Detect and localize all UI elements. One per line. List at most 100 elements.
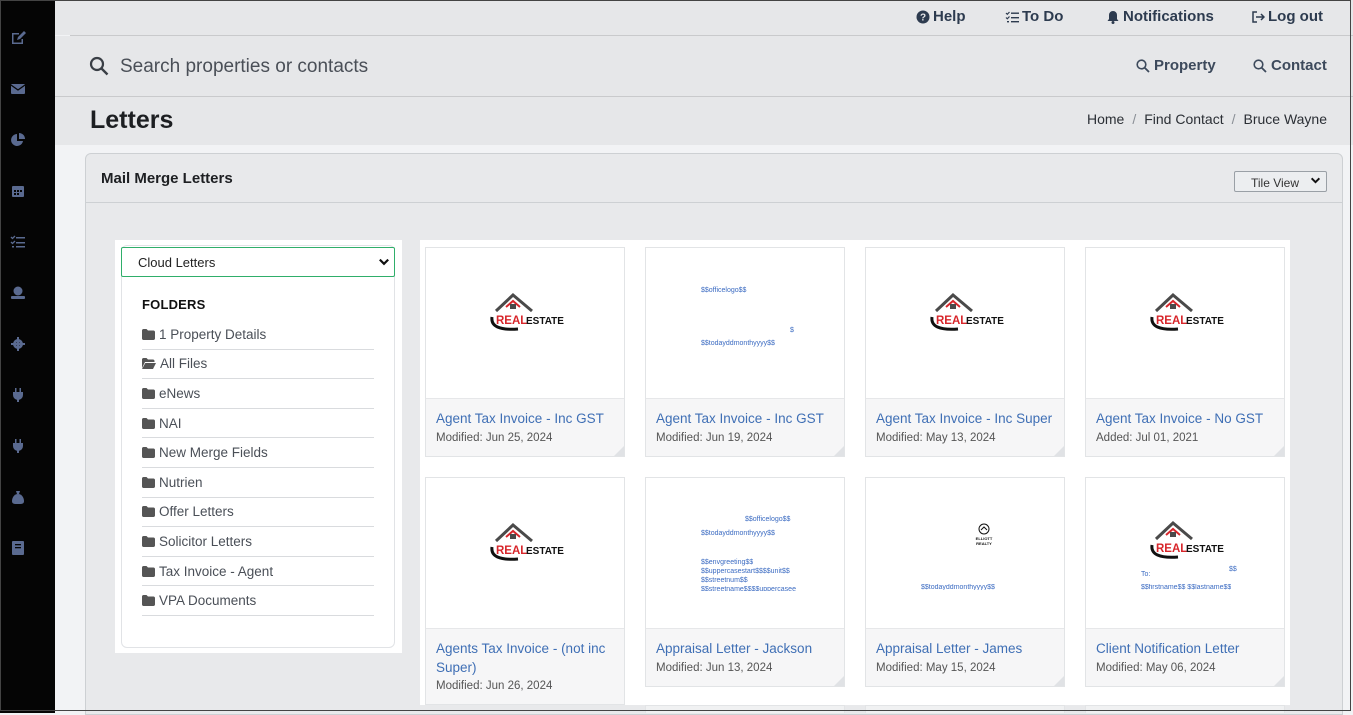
tile-title[interactable]: Appraisal Letter - James: [876, 639, 1058, 658]
breadcrumb-separator: /: [1132, 111, 1137, 127]
letter-tile[interactable]: $$officelogo$$ $ $$todayddmonthyyyy$$ Ag…: [645, 247, 845, 457]
property-search-button[interactable]: Property: [1136, 57, 1216, 74]
folder-item[interactable]: VPA Documents: [142, 586, 374, 616]
letter-thumbnail: $$officelogo$$ $$todayddmonthyyyy$$ $$en…: [646, 478, 844, 629]
folder-icon: [142, 535, 155, 547]
sign-out-icon: [1252, 10, 1265, 23]
letter-source-select[interactable]: Cloud Letters: [121, 247, 395, 277]
logo-text-red: REAL: [1156, 315, 1187, 327]
letter-tile[interactable]: REAL ESTATE Agents Tax Invoice - (not in…: [425, 477, 625, 705]
contact-search-button[interactable]: Contact: [1253, 57, 1327, 74]
letter-tile[interactable]: ELLIOTT REALTY $$todayddmonthyyyy$$ Appr…: [865, 477, 1065, 687]
letter-thumbnail: REAL ESTATE: [426, 248, 624, 399]
chevron-down-icon: [379, 258, 389, 266]
breadcrumb: Home / Find Contact / Bruce Wayne: [1087, 111, 1327, 127]
tile-title[interactable]: Agent Tax Invoice - Inc GST: [436, 409, 618, 428]
chevron-down-icon: [1310, 177, 1321, 184]
page-header: Letters Home / Find Contact / Bruce Wayn…: [55, 97, 1353, 145]
tile-title[interactable]: Appraisal Letter - Jackson: [656, 639, 838, 658]
folder-item-open[interactable]: All Files: [142, 350, 374, 380]
breadcrumb-find-contact[interactable]: Find Contact: [1144, 111, 1223, 127]
logout-link[interactable]: Log out: [1251, 8, 1323, 25]
folder-icon: [142, 506, 155, 518]
letter-thumbnail: REAL ESTATE $$ To: $$firstname$$ $$lastn…: [1086, 478, 1284, 629]
real-estate-logo: REAL ESTATE: [1150, 520, 1224, 559]
help-label: Help: [933, 8, 966, 25]
calendar-icon[interactable]: [10, 183, 26, 199]
money-hand-icon[interactable]: [10, 285, 26, 301]
tile-title[interactable]: Agent Tax Invoice - No GST: [1096, 409, 1278, 428]
logo-text-black: ESTATE: [1186, 544, 1224, 555]
merge-field: $$: [1229, 566, 1237, 573]
plug-icon-2[interactable]: [10, 438, 26, 454]
letter-tile[interactable]: REAL ESTATE $$ To: $$firstname$$ $$lastn…: [1085, 477, 1285, 687]
folder-label: NAI: [159, 415, 182, 431]
money-bag-icon[interactable]: [10, 489, 26, 505]
todo-link[interactable]: To Do: [1005, 8, 1063, 25]
folder-label: Offer Letters: [159, 504, 234, 520]
letter-thumbnail: ELLIOTT REALTY $$todayddmonthyyyy$$: [866, 478, 1064, 629]
logo-text-red: REAL: [496, 545, 527, 557]
folder-icon: [142, 595, 155, 607]
folder-item[interactable]: Offer Letters: [142, 498, 374, 528]
edit-icon[interactable]: [10, 30, 26, 46]
card-title: Mail Merge Letters: [101, 170, 233, 187]
real-estate-logo: REAL ESTATE: [490, 292, 564, 331]
real-estate-logo: REAL ESTATE: [490, 522, 564, 561]
tile-title[interactable]: Client Notification Letter: [1096, 639, 1278, 658]
pie-chart-icon[interactable]: [10, 132, 26, 148]
breadcrumb-home[interactable]: Home: [1087, 111, 1124, 127]
question-icon: ?: [916, 10, 930, 23]
view-mode-select[interactable]: Tile View: [1234, 171, 1327, 192]
tile-modified: Modified: May 13, 2024: [876, 432, 996, 444]
search-icon: [1136, 58, 1150, 73]
left-rail: [0, 0, 55, 713]
folder-item[interactable]: Tax Invoice - Agent: [142, 557, 374, 587]
letter-tile[interactable]: $$officelogo$$ $$todayddmonthyyyy$$ $$en…: [645, 477, 845, 687]
merge-field: $$todayddmonthyyyy$$: [701, 530, 775, 537]
todo-label: To Do: [1022, 8, 1064, 25]
top-nav: ? Help To Do Notifications Log out: [55, 0, 1353, 35]
tile-corner: [834, 446, 844, 456]
mail-icon[interactable]: [10, 81, 26, 97]
folder-icon: [142, 417, 155, 429]
search-input[interactable]: Search properties or contacts: [120, 56, 368, 78]
merge-field: $$officelogo$$: [701, 287, 747, 294]
folder-item[interactable]: NAI: [142, 409, 374, 439]
tile-title[interactable]: Agents Tax Invoice - (not inc Super): [436, 639, 618, 677]
folder-icon: [142, 387, 155, 399]
notifications-link[interactable]: Notifications: [1106, 8, 1214, 25]
tile-modified: Modified: Jun 26, 2024: [436, 680, 553, 692]
property-label: Property: [1154, 57, 1216, 74]
help-link[interactable]: ? Help: [916, 8, 966, 25]
svg-text:REALTY: REALTY: [976, 541, 992, 546]
task-list-icon[interactable]: [10, 234, 26, 250]
gear-icon[interactable]: [10, 336, 26, 352]
letter-tile[interactable]: REAL ESTATE Agent Tax Invoice - Inc GST …: [425, 247, 625, 457]
breadcrumb-separator: /: [1231, 111, 1236, 127]
folder-label: Solicitor Letters: [159, 533, 253, 549]
book-icon[interactable]: [10, 540, 26, 556]
folder-item[interactable]: eNews: [142, 379, 374, 409]
letter-source-value: Cloud Letters: [138, 255, 216, 270]
folder-icon: [142, 328, 155, 340]
folder-label: All Files: [160, 356, 208, 372]
folder-item[interactable]: Solicitor Letters: [142, 527, 374, 557]
folder-item[interactable]: 1 Property Details: [142, 320, 374, 350]
tile-modified: Modified: Jun 19, 2024: [656, 432, 773, 444]
tile-title[interactable]: Agent Tax Invoice - Inc GST: [656, 409, 838, 428]
folder-label: Nutrien: [159, 474, 203, 490]
plug-icon[interactable]: [10, 387, 26, 403]
task-list-icon: [1005, 11, 1019, 22]
letter-tile[interactable]: REAL ESTATE Agent Tax Invoice - Inc Supe…: [865, 247, 1065, 457]
folder-icon: [142, 476, 155, 488]
tile-corner: [834, 676, 844, 686]
svg-text:?: ?: [920, 12, 926, 23]
tile-corner: [1054, 676, 1064, 686]
letter-tile[interactable]: REAL ESTATE Agent Tax Invoice - No GST A…: [1085, 247, 1285, 457]
view-mode-value: Tile View: [1251, 176, 1300, 190]
tile-title[interactable]: Agent Tax Invoice - Inc Super: [876, 409, 1058, 428]
folder-item[interactable]: New Merge Fields: [142, 438, 374, 468]
folder-item[interactable]: Nutrien: [142, 468, 374, 498]
search-icon: [1253, 58, 1267, 73]
